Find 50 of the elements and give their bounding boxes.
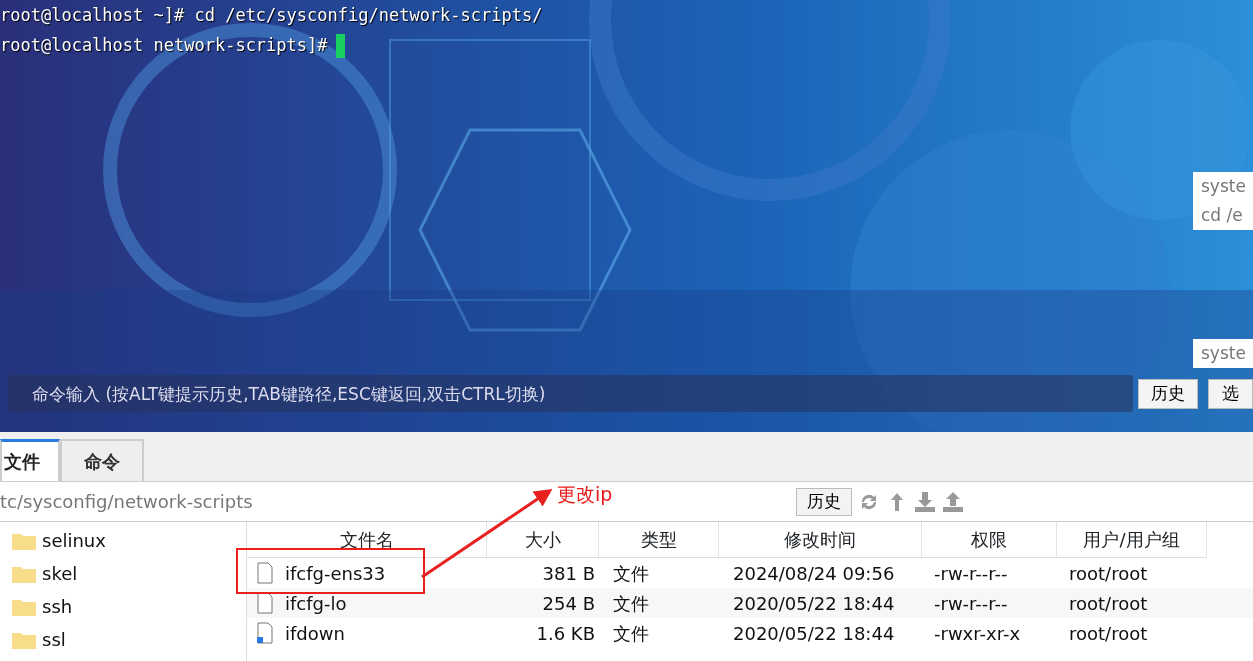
table-cell-text: root/root <box>1069 591 1148 616</box>
upload-icon[interactable] <box>942 490 964 513</box>
column-header[interactable]: 修改时间 <box>719 522 922 558</box>
tab[interactable]: 文件 <box>0 439 60 481</box>
command-input[interactable]: 命令输入 (按ALT键提示历史,TAB键路径,ESC键返回,双击CTRL切换) <box>8 375 1133 412</box>
table-cell-text: -rw-r--r-- <box>934 561 1008 586</box>
table-cell-text: ifdown <box>285 621 345 646</box>
suggestion-item[interactable]: syste <box>1201 172 1253 201</box>
table-cell-text: 文件 <box>613 591 649 616</box>
table-cell-text: 381 B <box>542 561 595 586</box>
table-cell-text: ifcfg-ens33 <box>285 561 386 586</box>
table-cell-text: 文件 <box>613 621 649 646</box>
download-icon[interactable] <box>914 490 936 513</box>
column-header[interactable]: 权限 <box>922 522 1057 558</box>
table-cell-text: 1.6 KB <box>536 621 595 646</box>
column-header[interactable]: 文件名 <box>247 522 487 558</box>
annotation-label: 更改ip <box>557 482 613 507</box>
table-cell-text: 2024/08/24 09:56 <box>733 561 895 586</box>
tab[interactable]: 命令 <box>60 439 144 481</box>
table-cell-text: 254 B <box>542 591 595 616</box>
folder-icon <box>12 564 36 583</box>
table-cell-text: ifcfg-lo <box>285 591 347 616</box>
tree-item[interactable]: skel <box>42 560 78 587</box>
tree-item[interactable]: ssl <box>42 626 66 653</box>
file-icon <box>257 562 273 584</box>
column-header[interactable]: 用户/用户组 <box>1057 522 1207 558</box>
file-icon <box>257 622 273 644</box>
suggestion-item[interactable]: cd /e <box>1201 201 1253 230</box>
suggestion-popup[interactable]: syste cd /e <box>1193 172 1253 230</box>
history-button[interactable]: 历史 <box>1138 379 1198 409</box>
file-icon <box>257 592 273 614</box>
column-header[interactable]: 大小 <box>487 522 599 558</box>
terminal-line: root@localhost ~]# cd /etc/sysconfig/network-scripts/ <box>0 5 543 25</box>
table-cell-text: 2020/05/22 18:44 <box>733 621 895 646</box>
history-button[interactable]: 历史 <box>796 487 852 516</box>
table-cell-text: -rwxr-xr-x <box>934 621 1021 646</box>
table-row[interactable]: ifcfg-lo 254 B 文件 2020/05/22 18:44 -rw-r--r-- root/root <box>247 588 1253 618</box>
terminal-line: root@localhost network-scripts]# <box>0 35 328 55</box>
table-cell-text: root/root <box>1069 561 1148 586</box>
table-cell-text: 文件 <box>613 561 649 586</box>
tree-item[interactable]: ssh <box>42 593 73 620</box>
table-cell-text: -rw-r--r-- <box>934 591 1008 616</box>
tree-item[interactable]: selinux <box>42 527 106 554</box>
folder-icon <box>12 531 36 550</box>
table-cell-text: 2020/05/22 18:44 <box>733 591 895 616</box>
table-cell-text: root/root <box>1069 621 1148 646</box>
folder-icon <box>12 630 36 649</box>
column-header[interactable]: 类型 <box>599 522 719 558</box>
options-button[interactable]: 选 <box>1208 379 1253 409</box>
folder-icon <box>12 597 36 616</box>
